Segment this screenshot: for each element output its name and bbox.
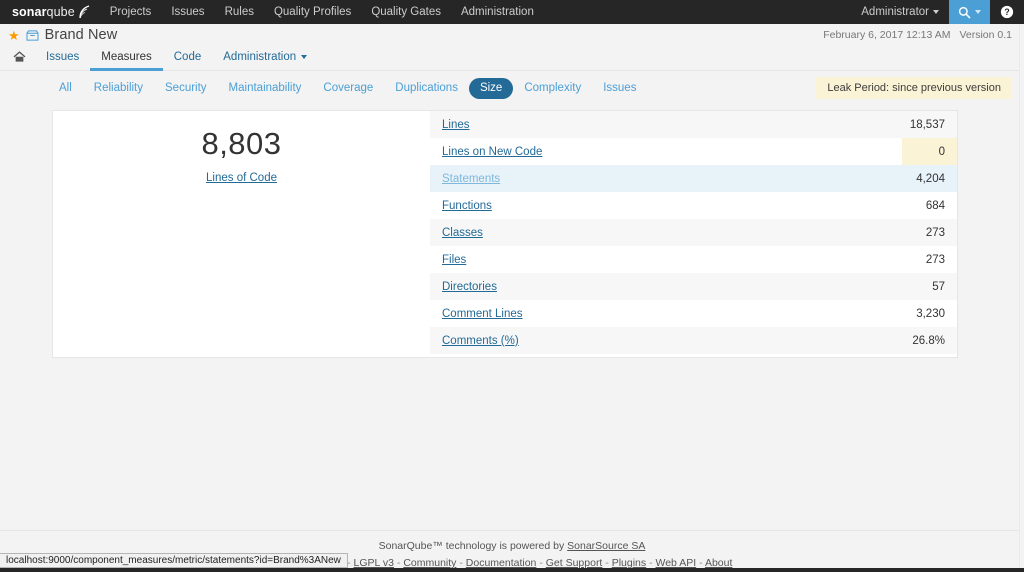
measure-name[interactable]: Comments (%): [442, 335, 519, 347]
measure-value: 26.8%: [912, 334, 945, 347]
primary-measure-label[interactable]: Lines of Code: [206, 172, 277, 184]
domain-tab-security[interactable]: Security: [154, 78, 218, 99]
measure-name[interactable]: Functions: [442, 200, 492, 212]
list-item[interactable]: Statements 4,204: [430, 165, 957, 192]
list-item[interactable]: Comment Lines 3,230: [430, 300, 957, 327]
search-icon: [958, 6, 971, 18]
primary-measure-value: 8,803: [201, 126, 282, 161]
tab-code[interactable]: Code: [163, 46, 213, 71]
favorite-star-icon[interactable]: ★: [8, 29, 20, 42]
primary-measure-panel: 8,803 Lines of Code: [53, 111, 430, 357]
list-item[interactable]: Comments (%) 26.8%: [430, 327, 957, 354]
project-version: Version 0.1: [959, 29, 1012, 41]
chevron-down-icon: [933, 10, 939, 14]
user-menu-button[interactable]: Administrator: [851, 0, 949, 24]
tab-issues[interactable]: Issues: [35, 46, 90, 71]
list-item[interactable]: Files 273: [430, 246, 957, 273]
project-meta: February 6, 2017 12:13 AM Version 0.1: [823, 29, 1012, 41]
project-header: ★ Brand New February 6, 2017 12:13 AM Ve…: [0, 24, 1024, 46]
domain-tab-list: All Reliability Security Maintainability…: [48, 77, 647, 99]
measure-value-leak: 0: [902, 138, 957, 165]
measure-name[interactable]: Lines: [442, 119, 470, 131]
user-menu-label: Administrator: [861, 6, 929, 18]
list-item[interactable]: Lines 18,537: [430, 111, 957, 138]
nav-item-quality-gates[interactable]: Quality Gates: [361, 0, 451, 24]
measure-name[interactable]: Comment Lines: [442, 308, 523, 320]
list-item[interactable]: Lines on New Code 0: [430, 138, 957, 165]
domain-tab-all[interactable]: All: [48, 78, 83, 99]
domain-tab-coverage[interactable]: Coverage: [312, 78, 384, 99]
list-item[interactable]: Classes 273: [430, 219, 957, 246]
global-nav-right: Administrator ?: [851, 0, 1024, 24]
svg-text:?: ?: [1004, 7, 1009, 17]
nav-item-administration[interactable]: Administration: [451, 0, 544, 24]
status-bar-url: localhost:9000/component_measures/metric…: [6, 555, 341, 566]
footer-powered-prefix: SonarQube™ technology is powered by: [378, 540, 568, 552]
nav-item-issues[interactable]: Issues: [161, 0, 214, 24]
tab-administration-label: Administration: [223, 51, 297, 63]
nav-item-rules[interactable]: Rules: [215, 0, 264, 24]
project-navbar: Issues Measures Code Administration: [0, 46, 1024, 71]
tab-measures[interactable]: Measures: [90, 46, 163, 71]
domain-tab-issues[interactable]: Issues: [592, 78, 647, 99]
page-title: Brand New: [44, 27, 118, 43]
analysis-date: February 6, 2017 12:13 AM: [823, 29, 951, 41]
measure-value: 273: [925, 253, 945, 266]
help-button[interactable]: ?: [990, 0, 1024, 24]
domain-tab-size[interactable]: Size: [468, 77, 514, 99]
measure-name[interactable]: Files: [442, 254, 466, 266]
domain-tab-duplications[interactable]: Duplications: [384, 78, 469, 99]
list-item[interactable]: Directories 57: [430, 273, 957, 300]
footer-link-sonarsource[interactable]: SonarSource SA: [567, 540, 645, 552]
measure-name[interactable]: Classes: [442, 227, 483, 239]
measure-domain-tabs: All Reliability Security Maintainability…: [0, 71, 1024, 105]
measure-value: 57: [932, 280, 945, 293]
nav-item-quality-profiles[interactable]: Quality Profiles: [264, 0, 361, 24]
project-icon: [26, 29, 39, 41]
measure-value: 4,204: [916, 172, 945, 185]
measures-panel: 8,803 Lines of Code Lines 18,537 Lines o…: [52, 110, 958, 358]
measure-value: 3,230: [916, 307, 945, 320]
chevron-down-icon: [301, 55, 308, 59]
measure-name[interactable]: Directories: [442, 281, 497, 293]
sidebar-item-home[interactable]: [6, 46, 35, 71]
sonarqube-measures-page: sonarqube Projects Issues Rules Quality …: [0, 0, 1024, 572]
measure-name[interactable]: Lines on New Code: [442, 146, 542, 158]
search-button[interactable]: [949, 0, 990, 24]
search-chevron-down-icon: [975, 10, 981, 14]
measure-name[interactable]: Statements: [442, 173, 500, 185]
window-bottom-strip: [0, 568, 1024, 572]
global-navbar: sonarqube Projects Issues Rules Quality …: [0, 0, 1024, 24]
measures-list: Lines 18,537 Lines on New Code 0 Stateme…: [430, 111, 957, 357]
help-icon: ?: [1000, 5, 1014, 19]
logo-bold-text: sonar: [12, 4, 47, 19]
leak-period-badge: Leak Period: since previous version: [816, 77, 1012, 99]
measure-value: 273: [925, 226, 945, 239]
nav-item-projects[interactable]: Projects: [100, 0, 162, 24]
browser-status-bar: localhost:9000/component_measures/metric…: [0, 553, 348, 568]
list-item[interactable]: Functions 684: [430, 192, 957, 219]
domain-tab-maintainability[interactable]: Maintainability: [218, 78, 313, 99]
tab-administration[interactable]: Administration: [212, 46, 318, 71]
home-icon: [13, 51, 26, 62]
measure-value: 18,537: [909, 118, 945, 131]
measure-value: 684: [925, 199, 945, 212]
domain-tab-reliability[interactable]: Reliability: [83, 78, 154, 99]
domain-tab-complexity[interactable]: Complexity: [513, 78, 592, 99]
page-scrollbar[interactable]: [1019, 24, 1024, 572]
sonarqube-logo[interactable]: sonarqube: [0, 0, 100, 24]
sonarqube-wave-icon: [79, 5, 89, 19]
logo-light-text: qube: [46, 4, 75, 19]
global-nav-items: Projects Issues Rules Quality Profiles Q…: [100, 0, 544, 24]
